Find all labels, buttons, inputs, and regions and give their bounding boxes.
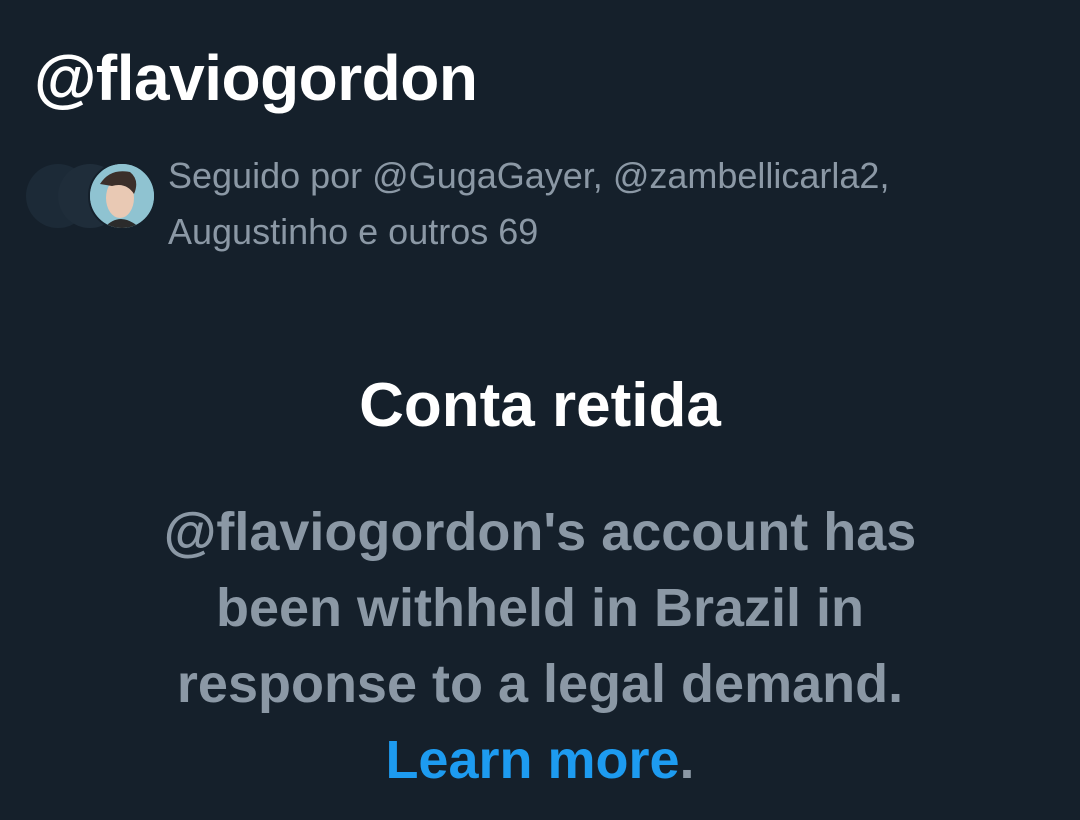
follower-avatars [26, 162, 156, 230]
followed-by-text: Seguido por @GugaGayer, @zambellicarla2,… [168, 148, 1048, 260]
withheld-message-block: @flaviogordon's account has been withhel… [120, 494, 960, 798]
withheld-title: Conta retida [359, 371, 721, 440]
learn-more-link[interactable]: Learn more [385, 730, 679, 790]
follower-avatar [88, 162, 156, 230]
withheld-message: @flaviogordon's account has been withhel… [163, 502, 917, 714]
followed-by-line-1: Seguido por @GugaGayer, @zambellicarla2, [168, 155, 890, 196]
profile-handle: @flaviogordon [34, 42, 478, 114]
avatar-photo-icon [90, 164, 154, 228]
followed-by-section[interactable]: Seguido por @GugaGayer, @zambellicarla2,… [26, 148, 1066, 258]
trailing-period: . [679, 730, 695, 790]
followed-by-line-2: Augustinho e outros 69 [168, 211, 539, 252]
